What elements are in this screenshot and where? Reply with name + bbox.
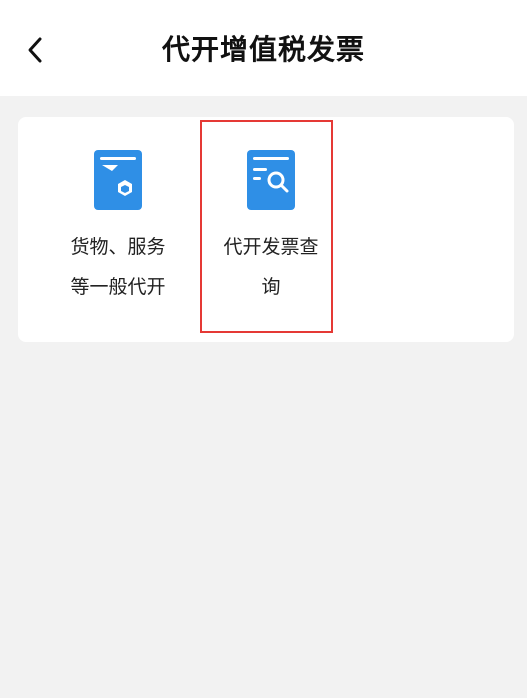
- invoice-search-icon: [247, 150, 295, 210]
- invoice-query-label: 代开发票查 询: [223, 236, 319, 298]
- invoice-query-tile[interactable]: 代开发票查 询: [201, 117, 341, 342]
- general-invoice-label: 货物、服务 等一般代开: [70, 236, 166, 298]
- header-bar: 代开增值税发票: [0, 0, 527, 96]
- general-invoice-tile[interactable]: 货物、服务 等一般代开: [48, 117, 188, 342]
- page-title: 代开增值税发票: [161, 33, 365, 66]
- service-card: 货物、服务 等一般代开 代开发票查 询: [18, 117, 514, 342]
- invoice-box-icon: [94, 150, 142, 210]
